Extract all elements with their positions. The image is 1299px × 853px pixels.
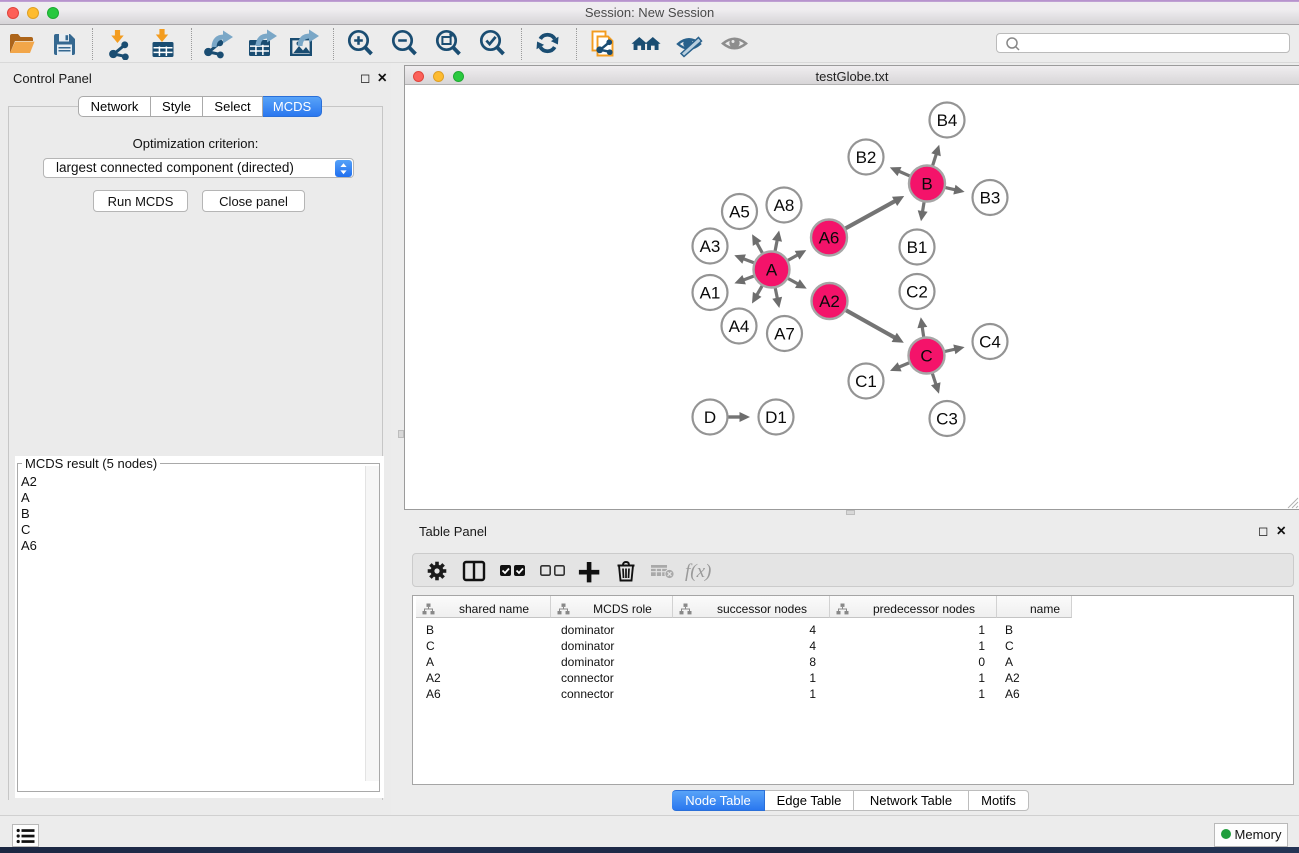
svg-text:C2: C2 [906, 283, 928, 302]
svg-text:B3: B3 [980, 189, 1001, 208]
svg-text:A8: A8 [774, 196, 795, 215]
svg-text:B1: B1 [907, 238, 928, 257]
svg-text:A1: A1 [700, 284, 721, 303]
svg-text:A6: A6 [819, 229, 840, 248]
svg-text:C4: C4 [979, 333, 1001, 352]
svg-text:A: A [766, 261, 778, 280]
svg-text:B4: B4 [937, 111, 958, 130]
svg-text:D: D [704, 408, 716, 427]
svg-text:C3: C3 [936, 410, 958, 429]
svg-text:f(x): f(x) [685, 561, 711, 582]
svg-text:A5: A5 [729, 203, 750, 222]
svg-text:A4: A4 [729, 317, 750, 336]
svg-text:A7: A7 [774, 325, 795, 344]
svg-text:C: C [920, 347, 932, 366]
svg-text:D1: D1 [765, 408, 787, 427]
svg-text:B2: B2 [856, 148, 877, 167]
svg-text:C1: C1 [855, 372, 877, 391]
svg-text:A3: A3 [700, 237, 721, 256]
svg-text:B: B [921, 175, 932, 194]
svg-text:A2: A2 [819, 292, 840, 311]
